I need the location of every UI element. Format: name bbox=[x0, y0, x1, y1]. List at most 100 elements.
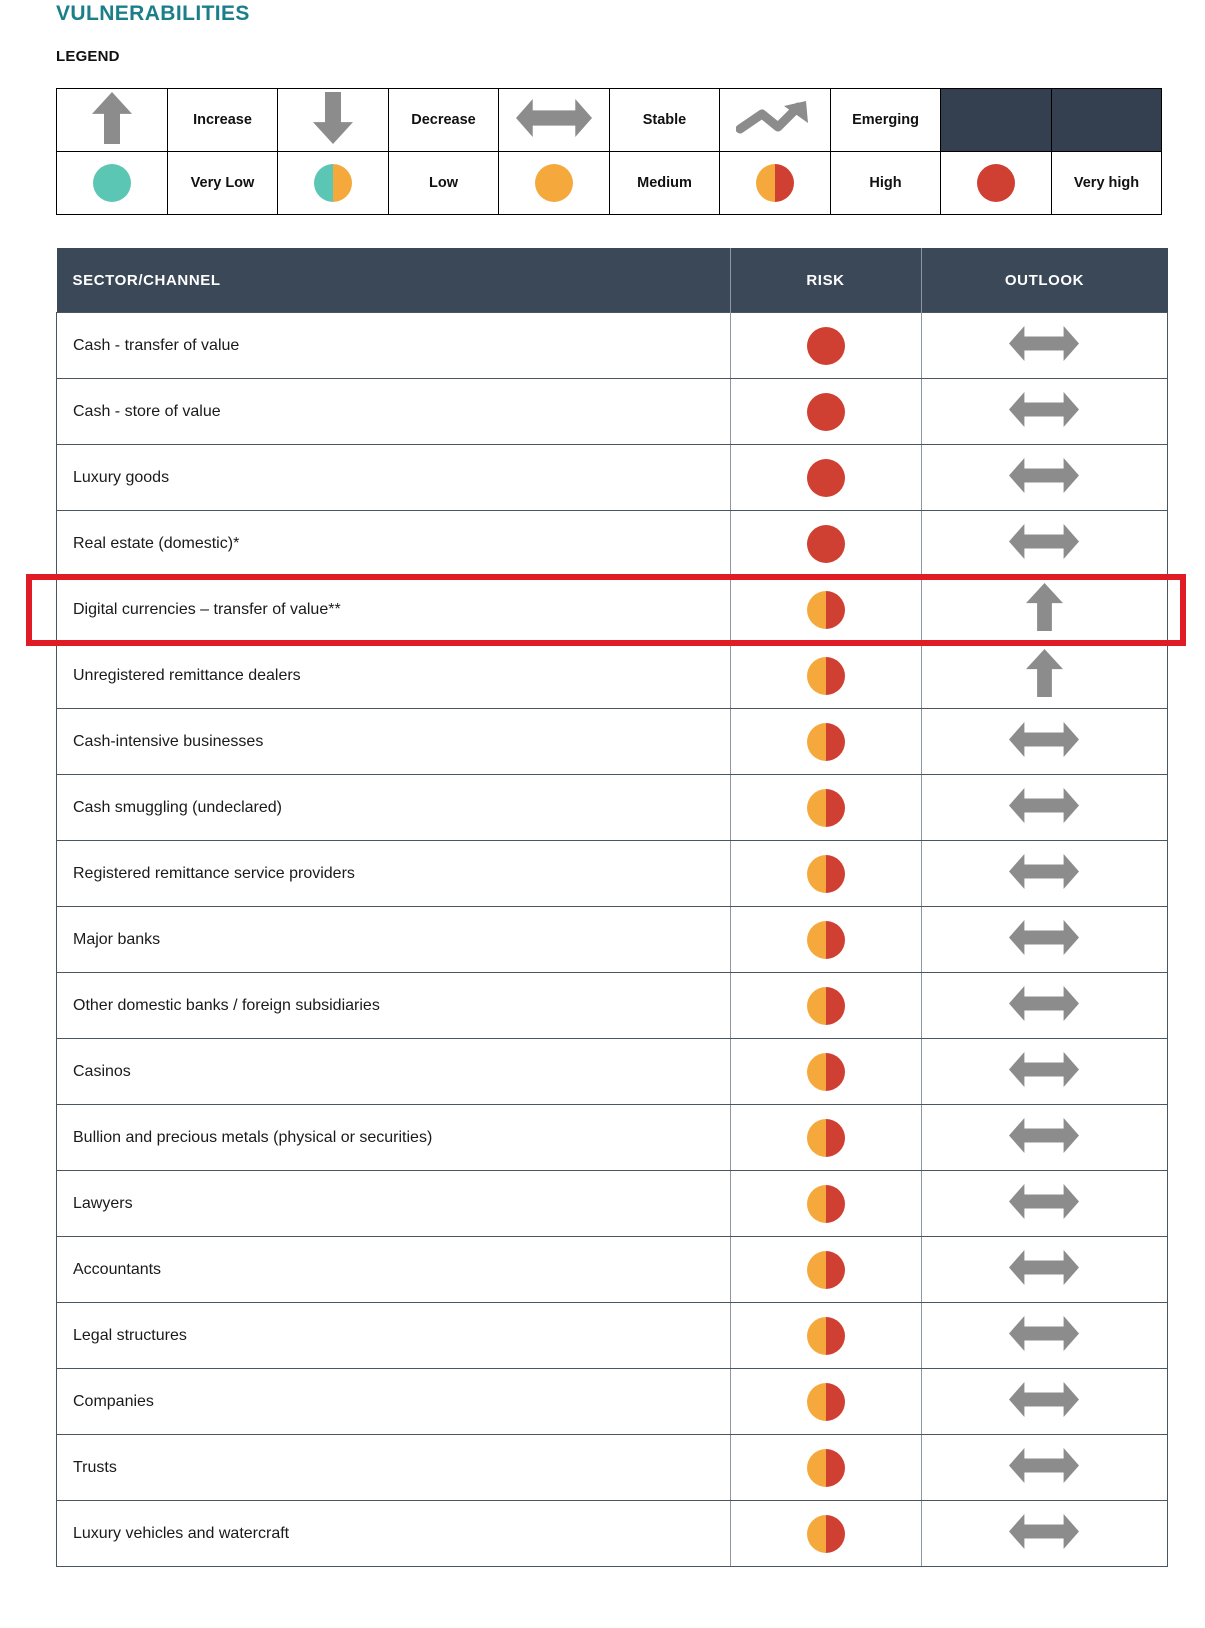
cell-outlook-arrow-left-right-icon bbox=[921, 840, 1168, 907]
table-row: Registered remittance service providers bbox=[56, 840, 1168, 907]
legend-icon-circle-high bbox=[719, 151, 831, 215]
cell-outlook-arrow-left-right-icon bbox=[921, 708, 1168, 775]
table-row: Luxury goods bbox=[56, 444, 1168, 511]
legend-label: Emerging bbox=[830, 88, 941, 152]
legend-heading: LEGEND bbox=[56, 48, 120, 65]
cell-outlook-arrow-left-right-icon bbox=[921, 1500, 1168, 1567]
cell-outlook-arrow-left-right-icon bbox=[921, 312, 1168, 379]
table-row: Cash - transfer of value bbox=[56, 312, 1168, 379]
legend-label: Increase bbox=[167, 88, 278, 152]
cell-sector: Legal structures bbox=[56, 1302, 731, 1369]
table-row: Legal structures bbox=[56, 1302, 1168, 1369]
legend-label: High bbox=[830, 151, 941, 215]
cell-risk-circle-high bbox=[730, 576, 922, 643]
cell-sector: Major banks bbox=[56, 906, 731, 973]
cell-outlook-arrow-up-icon bbox=[921, 576, 1168, 643]
legend-row-1: Increase Decrease Stable Emerging bbox=[56, 88, 1162, 152]
column-header-sector: SECTOR/CHANNEL bbox=[56, 248, 731, 313]
cell-risk-circle-high bbox=[730, 1368, 922, 1435]
legend-label: Decrease bbox=[388, 88, 499, 152]
cell-sector: Cash smuggling (undeclared) bbox=[56, 774, 731, 841]
legend-icon-arrow-down-icon bbox=[277, 88, 389, 152]
column-header-risk: RISK bbox=[730, 248, 922, 313]
cell-outlook-arrow-left-right-icon bbox=[921, 1434, 1168, 1501]
cell-sector: Other domestic banks / foreign subsidiar… bbox=[56, 972, 731, 1039]
cell-sector: Registered remittance service providers bbox=[56, 840, 731, 907]
table-row: Trusts bbox=[56, 1434, 1168, 1501]
table-row: Cash - store of value bbox=[56, 378, 1168, 445]
page-title: VULNERABILITIES bbox=[56, 2, 250, 25]
table-row: Real estate (domestic)* bbox=[56, 510, 1168, 577]
cell-sector: Casinos bbox=[56, 1038, 731, 1105]
cell-outlook-arrow-left-right-icon bbox=[921, 1104, 1168, 1171]
cell-outlook-arrow-left-right-icon bbox=[921, 1236, 1168, 1303]
cell-risk-circle-high bbox=[730, 972, 922, 1039]
cell-risk-circle-high bbox=[730, 1302, 922, 1369]
cell-sector: Trusts bbox=[56, 1434, 731, 1501]
cell-sector: Companies bbox=[56, 1368, 731, 1435]
legend-icon-circle-medium bbox=[498, 151, 610, 215]
legend-icon-blank bbox=[940, 88, 1052, 152]
cell-risk-circle-high bbox=[730, 708, 922, 775]
cell-outlook-arrow-left-right-icon bbox=[921, 1368, 1168, 1435]
cell-outlook-arrow-left-right-icon bbox=[921, 1302, 1168, 1369]
cell-risk-circle-high bbox=[730, 642, 922, 709]
table-row: Luxury vehicles and watercraft bbox=[56, 1500, 1168, 1567]
table-row: Bullion and precious metals (physical or… bbox=[56, 1104, 1168, 1171]
cell-sector: Cash - transfer of value bbox=[56, 312, 731, 379]
cell-risk-circle-high bbox=[730, 906, 922, 973]
legend-label bbox=[1051, 88, 1162, 152]
cell-outlook-arrow-left-right-icon bbox=[921, 510, 1168, 577]
cell-risk-circle-very-high bbox=[730, 510, 922, 577]
legend-icon-circle-very-high bbox=[940, 151, 1052, 215]
cell-sector: Real estate (domestic)* bbox=[56, 510, 731, 577]
table-row: Casinos bbox=[56, 1038, 1168, 1105]
legend-icon-circle-low bbox=[277, 151, 389, 215]
cell-risk-circle-high bbox=[730, 1104, 922, 1171]
table-row: Other domestic banks / foreign subsidiar… bbox=[56, 972, 1168, 1039]
cell-risk-circle-high bbox=[730, 1500, 922, 1567]
cell-risk-circle-high bbox=[730, 1038, 922, 1105]
cell-risk-circle-high bbox=[730, 840, 922, 907]
cell-outlook-arrow-left-right-icon bbox=[921, 906, 1168, 973]
cell-risk-circle-high bbox=[730, 1170, 922, 1237]
cell-sector: Lawyers bbox=[56, 1170, 731, 1237]
legend-icon-circle-very-low bbox=[56, 151, 168, 215]
table-row: Cash smuggling (undeclared) bbox=[56, 774, 1168, 841]
vulnerabilities-table: SECTOR/CHANNEL RISK OUTLOOK Cash - trans… bbox=[56, 248, 1168, 1567]
cell-risk-circle-high bbox=[730, 1236, 922, 1303]
cell-sector: Luxury vehicles and watercraft bbox=[56, 1500, 731, 1567]
cell-sector: Luxury goods bbox=[56, 444, 731, 511]
legend-icon-arrow-left-right-icon bbox=[498, 88, 610, 152]
cell-risk-circle-very-high bbox=[730, 378, 922, 445]
cell-outlook-arrow-left-right-icon bbox=[921, 774, 1168, 841]
cell-sector: Cash - store of value bbox=[56, 378, 731, 445]
legend-label: Medium bbox=[609, 151, 720, 215]
cell-outlook-arrow-left-right-icon bbox=[921, 972, 1168, 1039]
legend-label: Very Low bbox=[167, 151, 278, 215]
legend-label: Low bbox=[388, 151, 499, 215]
legend-label: Very high bbox=[1051, 151, 1162, 215]
legend-label: Stable bbox=[609, 88, 720, 152]
table-row: Accountants bbox=[56, 1236, 1168, 1303]
cell-risk-circle-very-high bbox=[730, 444, 922, 511]
cell-sector: Accountants bbox=[56, 1236, 731, 1303]
cell-risk-circle-very-high bbox=[730, 312, 922, 379]
legend-row-2: Very Low Low Medium High Very high bbox=[56, 151, 1162, 215]
table-header-row: SECTOR/CHANNEL RISK OUTLOOK bbox=[56, 248, 1168, 313]
cell-sector: Unregistered remittance dealers bbox=[56, 642, 731, 709]
legend-table: Increase Decrease Stable Emerging Very Low Lo… bbox=[56, 88, 1162, 215]
cell-sector: Bullion and precious metals (physical or… bbox=[56, 1104, 731, 1171]
cell-risk-circle-high bbox=[730, 1434, 922, 1501]
table-row: Cash-intensive businesses bbox=[56, 708, 1168, 775]
table-row: Lawyers bbox=[56, 1170, 1168, 1237]
table-row: Major banks bbox=[56, 906, 1168, 973]
cell-outlook-arrow-up-icon bbox=[921, 642, 1168, 709]
cell-risk-circle-high bbox=[730, 774, 922, 841]
cell-outlook-arrow-left-right-icon bbox=[921, 444, 1168, 511]
legend-icon-arrow-up-icon bbox=[56, 88, 168, 152]
cell-outlook-arrow-left-right-icon bbox=[921, 1170, 1168, 1237]
table-row: Unregistered remittance dealers bbox=[56, 642, 1168, 709]
cell-outlook-arrow-left-right-icon bbox=[921, 1038, 1168, 1105]
cell-sector: Digital currencies – transfer of value** bbox=[56, 576, 731, 643]
